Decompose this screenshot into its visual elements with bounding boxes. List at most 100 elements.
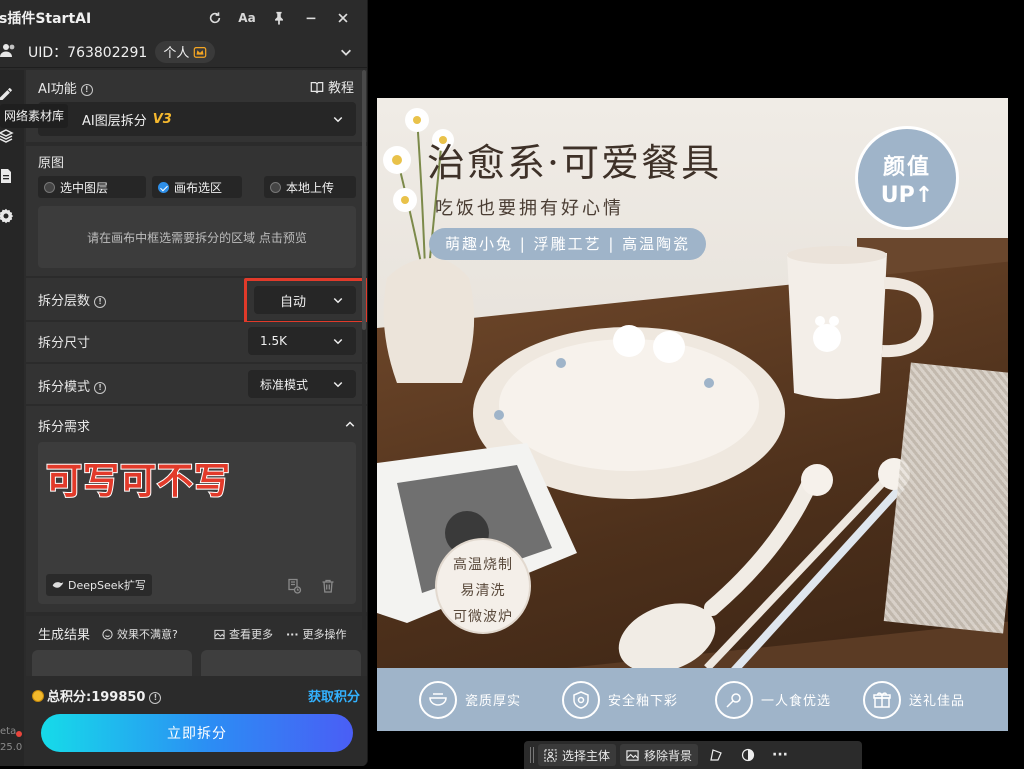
close-icon[interactable]	[327, 4, 359, 32]
ellipsis-icon: ···	[286, 627, 299, 641]
history-icon[interactable]	[286, 578, 302, 594]
banner-headline: 治愈系·可爱餐具	[427, 141, 722, 185]
floating-toolbar: 选择主体 移除背景 ···	[524, 741, 862, 769]
highlight-box	[244, 278, 367, 324]
scrollbar[interactable]	[362, 70, 366, 630]
request-label: 拆分需求	[38, 420, 91, 435]
app-title: s插件StartAI	[0, 11, 92, 27]
spoon-chopsticks-illustration	[618, 458, 910, 673]
source-option-label: 本地上传	[286, 180, 335, 195]
main-content: AI功能! 教程 AI图层拆分 V3 原图 选中图层 画布选区 本地上传 请在画…	[26, 70, 367, 766]
mode-label: 拆分模式!	[38, 376, 107, 395]
more-actions-link[interactable]: ··· 更多操作	[286, 626, 347, 642]
document-icon[interactable]	[0, 168, 14, 184]
source-option-label: 选中图层	[60, 180, 109, 195]
book-icon	[310, 81, 324, 94]
view-more-label: 查看更多	[229, 628, 273, 641]
version-line-1: eta	[0, 726, 17, 737]
chevron-down-icon[interactable]	[339, 45, 353, 59]
results-label: 生成结果	[38, 628, 91, 643]
pencil-icon[interactable]	[0, 86, 14, 102]
contrast-icon[interactable]	[734, 744, 762, 766]
footer: 总积分:199850! 获取积分 立即拆分	[26, 676, 367, 766]
account-bar[interactable]: UID：763802291 个人	[0, 36, 367, 68]
font-size-icon[interactable]: Aa	[231, 4, 263, 32]
chevron-down-icon	[333, 381, 343, 388]
feature-text: 易清洗	[460, 583, 506, 599]
gear-icon[interactable]	[0, 208, 14, 224]
pin-icon[interactable]	[263, 4, 295, 32]
feature-item-label: 一人食优选	[761, 694, 832, 709]
refresh-icon[interactable]	[199, 4, 231, 32]
beauty-up-badge: 颜值 UP↑	[855, 126, 959, 230]
split-now-button[interactable]: 立即拆分	[41, 714, 353, 752]
feature-item-label: 瓷质厚实	[465, 694, 522, 709]
deepseek-expand-button[interactable]: DeepSeek扩写	[46, 574, 152, 596]
shield-icon	[562, 680, 600, 719]
more-icon[interactable]: ···	[766, 744, 794, 766]
size-select[interactable]: 1.5K	[248, 327, 356, 355]
remove-background-button[interactable]: 移除背景	[620, 744, 699, 766]
trash-icon[interactable]	[320, 578, 336, 594]
banner-subline: 吃饭也要拥有好心情	[435, 198, 624, 219]
size-section: 拆分尺寸 1.5K	[26, 322, 367, 362]
side-rail: eta 25.0	[0, 70, 24, 766]
transform-icon[interactable]	[702, 744, 730, 766]
preview-hint-text: 请在画布中框选需要拆分的区域 点击预览	[87, 230, 307, 245]
crown-icon	[194, 46, 207, 58]
feature-item: 安全釉下彩	[562, 668, 678, 731]
plan-label: 个人	[163, 46, 190, 61]
deepseek-label: DeepSeek扩写	[68, 579, 146, 592]
points-total: 总积分:199850!	[32, 686, 162, 705]
tutorial-link[interactable]: 教程	[310, 77, 354, 96]
title-bar: s插件StartAI Aa	[0, 0, 367, 36]
drag-handle[interactable]	[530, 747, 534, 763]
ai-function-label: AI功能!	[38, 78, 93, 97]
scrollbar-thumb[interactable]	[362, 70, 366, 330]
unsatisfied-label: 效果不满意?	[117, 628, 178, 641]
canvas-image[interactable]: 治愈系·可爱餐具 吃饭也要拥有好心情 萌趣小兔 | 浮雕工艺 | 高温陶瓷 颜值…	[377, 98, 1008, 731]
source-option-local-upload[interactable]: 本地上传	[264, 176, 356, 198]
radio-icon	[44, 181, 55, 193]
feature-item: 瓷质厚实	[419, 668, 521, 731]
view-more-link[interactable]: 查看更多	[214, 626, 273, 642]
mode-select[interactable]: 标准模式	[248, 370, 356, 398]
radio-checked-icon	[158, 181, 169, 193]
preview-hint[interactable]: 请在画布中框选需要拆分的区域 点击预览	[38, 206, 356, 268]
ai-function-section: AI功能! 教程 AI图层拆分 V3	[26, 70, 367, 142]
info-icon: !	[94, 382, 107, 394]
more-actions-label: 更多操作	[302, 628, 347, 641]
layers-label: 拆分层数!	[38, 290, 107, 309]
chevron-down-icon	[333, 116, 343, 123]
badge-line-1: 颜值	[882, 155, 931, 180]
minimize-icon[interactable]	[295, 4, 327, 32]
feature-item: 一人食优选	[715, 668, 831, 731]
ai-function-select[interactable]: AI图层拆分 V3	[38, 102, 356, 136]
whale-icon	[52, 582, 64, 588]
ai-function-value: AI图层拆分	[82, 113, 147, 129]
person-select-icon	[544, 748, 557, 762]
smile-icon	[102, 628, 113, 640]
size-label: 拆分尺寸	[38, 336, 91, 351]
feature-text: 可微波炉	[453, 609, 513, 625]
gift-icon	[863, 680, 901, 719]
select-subject-label: 选择主体	[562, 748, 611, 763]
source-option-canvas-selection[interactable]: 画布选区	[152, 176, 242, 198]
spoon-icon	[715, 680, 753, 719]
badge-line-2: UP↑	[880, 183, 934, 208]
bowl-icon	[419, 680, 457, 719]
annotation-text: 可写可不写	[45, 460, 232, 503]
screen: s插件StartAI Aa UID：763802291 个人 eta 25.0 …	[0, 0, 1024, 769]
coin-icon	[32, 690, 44, 702]
select-subject-button[interactable]: 选择主体	[538, 744, 617, 766]
unsatisfied-link[interactable]: 效果不满意?	[102, 626, 178, 642]
feature-item-label: 安全釉下彩	[608, 694, 679, 709]
source-option-selected-layer[interactable]: 选中图层	[38, 176, 146, 198]
request-textarea[interactable]: 可写可不写 DeepSeek扩写	[38, 442, 356, 604]
users-icon	[0, 42, 16, 58]
source-option-label: 画布选区	[174, 180, 223, 195]
get-points-link[interactable]: 获取积分	[308, 686, 360, 705]
layers-icon[interactable]	[0, 128, 14, 144]
tooltip-material-library: 网络素材库	[0, 104, 69, 128]
chevron-up-icon[interactable]	[344, 418, 356, 430]
